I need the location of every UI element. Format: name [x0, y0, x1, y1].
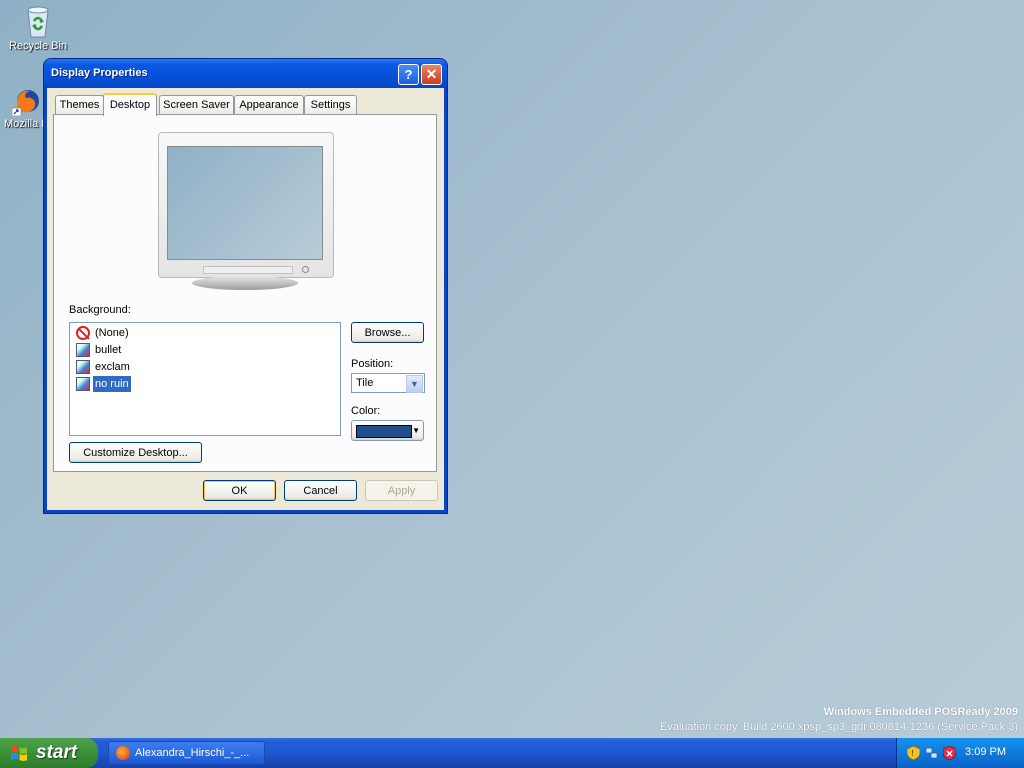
desktop-icon-recycle-bin[interactable]: Recycle Bin [6, 4, 70, 52]
background-listbox[interactable]: (None) bullet exclam no ruin [69, 322, 341, 436]
tab-label: Desktop [109, 99, 151, 111]
taskbar-item-firefox[interactable]: Alexandra_Hirschi_-_... [108, 741, 265, 765]
ok-button[interactable]: OK [203, 480, 276, 501]
customize-desktop-button[interactable]: Customize Desktop... [69, 442, 202, 463]
tab-settings[interactable]: Settings [304, 95, 357, 114]
cancel-button-label: Cancel [303, 485, 338, 497]
start-label: start [36, 742, 78, 763]
color-swatch [356, 425, 412, 438]
close-button[interactable]: ✕ [421, 64, 442, 85]
browse-button[interactable]: Browse... [351, 322, 424, 343]
none-icon [76, 326, 90, 340]
mozilla-label: Mozilla F [3, 118, 48, 130]
monitor-preview [158, 132, 334, 290]
title-bar[interactable]: Display Properties ? ✕ [44, 59, 447, 88]
tab-screen-saver[interactable]: Screen Saver [159, 95, 234, 114]
desktop-tab-panel: Background: (None) bullet exclam no ruin [53, 114, 437, 472]
system-tray: ! 3:09 PM [896, 738, 1024, 768]
position-value: Tile [356, 377, 374, 389]
browse-button-label: Browse... [364, 327, 411, 339]
monitor-slot [203, 266, 293, 274]
image-file-icon [76, 360, 90, 374]
monitor-screen-preview [167, 146, 323, 260]
position-select[interactable]: Tile ▼ [351, 373, 425, 393]
tab-label: Screen Saver [163, 99, 230, 111]
chevron-down-icon[interactable]: ▼ [406, 375, 423, 393]
apply-button-label: Apply [387, 485, 416, 497]
tab-label: Settings [310, 99, 351, 111]
color-label: Color: [351, 405, 381, 417]
background-label: Background: [69, 304, 131, 316]
start-button[interactable]: start [0, 738, 98, 768]
cancel-button[interactable]: Cancel [284, 480, 357, 501]
customize-desktop-label: Customize Desktop... [83, 447, 188, 459]
tab-appearance[interactable]: Appearance [234, 95, 304, 114]
help-button[interactable]: ? [398, 64, 419, 85]
taskbar: start Alexandra_Hirschi_-_... ! 3:09 PM [0, 738, 1024, 768]
window-title: Display Properties [51, 67, 148, 79]
firefox-icon [116, 746, 130, 760]
dropdown-arrow-icon: ▼ [412, 426, 420, 435]
ok-button-label: OK [231, 485, 248, 497]
close-icon: ✕ [425, 66, 438, 82]
list-item-label: (None) [95, 327, 129, 339]
apply-button[interactable]: Apply [365, 480, 438, 501]
windows-edition-watermark: Windows Embedded POSReady 2009 [823, 706, 1018, 718]
windows-logo-icon [11, 746, 27, 761]
list-item-label: exclam [95, 361, 130, 373]
position-label: Position: [351, 358, 394, 370]
list-item-label: bullet [95, 344, 122, 356]
recycle-bin-label: Recycle Bin [8, 40, 68, 52]
network-icon[interactable] [925, 746, 938, 760]
tab-label: Appearance [239, 99, 299, 111]
taskbar-item-label: Alexandra_Hirschi_-_... [135, 747, 250, 759]
monitor-power-led [302, 266, 309, 273]
tab-label: Themes [59, 99, 100, 111]
display-properties-window: Display Properties ? ✕ Themes Desktop Sc… [44, 59, 447, 513]
help-icon: ? [404, 67, 413, 82]
evaluation-build-watermark: Evaluation copy. Build 2600.xpsp_sp3_gdr… [659, 721, 1018, 733]
recycle-bin-icon [24, 4, 52, 38]
monitor-stand [192, 276, 298, 290]
monitor-body [158, 132, 334, 278]
security-shield-icon[interactable]: ! [907, 746, 920, 760]
system-clock[interactable]: 3:09 PM [965, 746, 1006, 758]
color-picker-button[interactable]: ▼ [351, 420, 424, 441]
dialog-client-area: Themes Desktop Screen Saver Appearance S… [47, 88, 444, 510]
tab-themes[interactable]: Themes [55, 95, 104, 114]
svg-text:!: ! [912, 749, 914, 758]
tab-desktop[interactable]: Desktop [103, 93, 157, 116]
list-item-label: no ruin [92, 375, 132, 393]
image-file-icon [76, 377, 90, 391]
firefox-icon [11, 86, 40, 117]
security-alert-icon[interactable] [943, 746, 956, 760]
image-file-icon [76, 343, 90, 357]
